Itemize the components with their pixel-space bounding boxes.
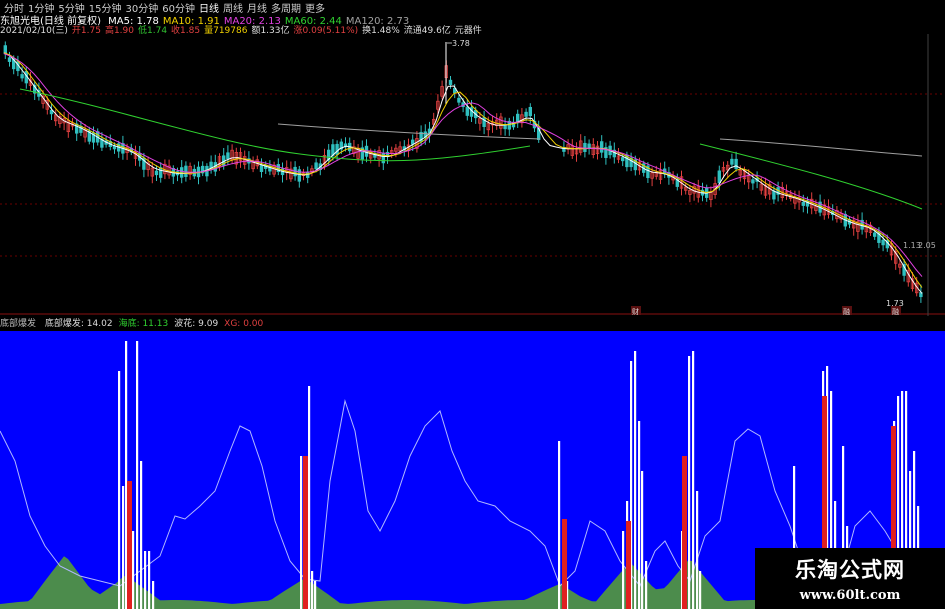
spike-bar (152, 581, 155, 609)
spike-bar (645, 561, 648, 609)
candle-body (873, 232, 877, 237)
candle-body (335, 143, 339, 155)
candle-body (314, 162, 318, 170)
signal-bar (303, 456, 308, 609)
event-marker: 融 (892, 307, 899, 316)
candle-body (381, 152, 385, 164)
period-bar: 分时 1分钟 5分钟 15分钟 30分钟 60分钟 日线 周线 月线 多周期 更多 (0, 0, 945, 15)
price-mark-label: 2.05 (918, 241, 936, 250)
indicator-name[interactable]: 底部爆发 (0, 319, 36, 329)
candle-body (587, 143, 591, 149)
spike-bar (308, 386, 311, 609)
candle-body (600, 141, 604, 153)
spike-bar (688, 356, 691, 609)
quote-info-row: 2021/02/10(三) 开1.75 高1.90 低1.74 收1.85 量719786… (0, 23, 945, 36)
spike-bar (132, 531, 135, 609)
candle-body (465, 106, 469, 116)
spike-bar (638, 421, 641, 609)
spike-bar (144, 551, 147, 609)
candle-body (717, 170, 721, 184)
candle-body (881, 239, 885, 246)
candle-body (801, 201, 805, 206)
candle-body (583, 142, 587, 152)
candle-body (259, 165, 264, 172)
candle-body (20, 74, 24, 79)
spike-bar (622, 531, 625, 609)
chart-background (0, 34, 945, 316)
watermark-title: 乐淘公式网 (795, 557, 905, 582)
candle-body (751, 179, 755, 184)
spike-bar (634, 351, 637, 609)
candle-body (528, 106, 532, 117)
candle-body (226, 152, 230, 160)
indicator-header: 底部爆发 底部爆发: 14.02 海底: 11.13 波花: 9.09 XG: 0.0… (0, 316, 945, 331)
indicator-values: 底部爆发: 14.02 海底: 11.13 波花: 9.09 XG: 0.00 (45, 319, 269, 329)
candle-body (448, 79, 453, 85)
signal-bar (127, 481, 132, 609)
indicator-value: XG: 0.00 (224, 319, 264, 329)
indicator-value: 海底: 11.13 (118, 319, 169, 329)
high-price-label: 3.78 (452, 39, 470, 48)
spike-bar (148, 551, 151, 609)
signal-bar (682, 456, 687, 609)
candle-body (730, 158, 734, 165)
candle-body (734, 158, 738, 169)
spike-bar (311, 571, 314, 609)
candle-body (410, 139, 415, 145)
candle-body (457, 97, 461, 103)
event-marker: 融 (843, 307, 850, 316)
signal-bar (562, 519, 567, 609)
spike-bar (696, 491, 699, 609)
candle-body (7, 57, 12, 62)
candlestick-chart[interactable]: 3.781.731.132.05财融融 (0, 34, 945, 316)
candle-body (158, 167, 163, 178)
spike-bar (122, 486, 125, 609)
candle-body (524, 111, 528, 117)
spike-bar (140, 461, 143, 609)
spike-bar (300, 456, 303, 609)
candle-body (621, 157, 625, 162)
spike-bar (558, 441, 561, 609)
spike-bar (699, 571, 702, 609)
signal-bar (626, 521, 631, 609)
spike-bar (125, 341, 128, 609)
indicator-value: 底部爆发: 14.02 (44, 319, 113, 329)
candle-body (772, 190, 776, 200)
indicator-value: 波花: 9.09 (174, 319, 219, 329)
spike-bar (118, 371, 121, 609)
spike-bar (641, 471, 644, 609)
spike-bar (136, 341, 139, 609)
watermark-url: www.60lt.com (799, 588, 901, 603)
candle-body (154, 170, 159, 176)
spike-bar (692, 351, 695, 609)
watermark: 乐淘公式网 www.60lt.com (755, 548, 945, 609)
spike-bar (314, 581, 317, 609)
event-marker: 财 (632, 307, 639, 316)
